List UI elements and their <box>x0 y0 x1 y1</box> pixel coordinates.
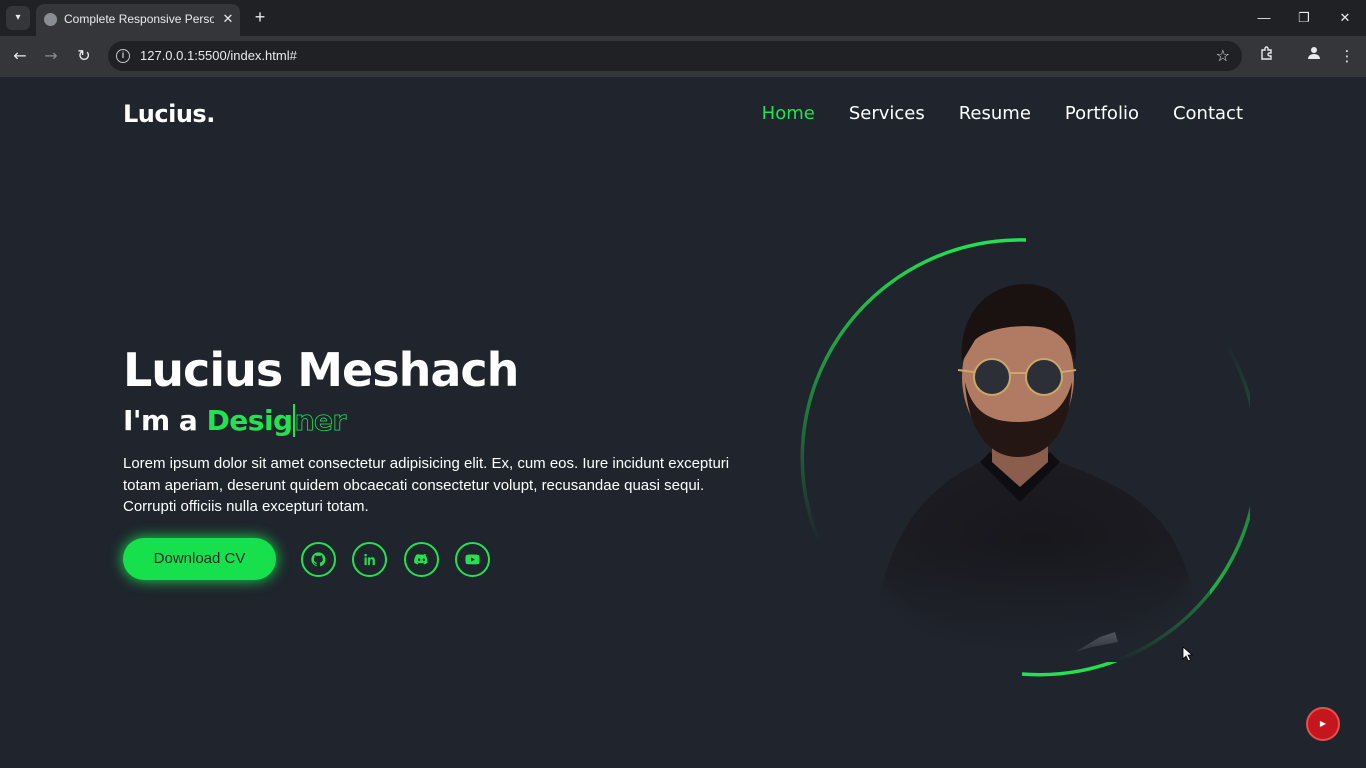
role-prefix: I'm a <box>123 404 207 437</box>
role-typed-text: Desig <box>206 404 294 437</box>
subscribe-badge[interactable]: ▶ <box>1306 707 1340 741</box>
site-logo[interactable]: Lucius. <box>123 100 215 128</box>
nav-home[interactable]: Home <box>762 103 815 124</box>
bookmark-star-icon[interactable]: ☆ <box>1216 46 1230 65</box>
site-info-icon[interactable]: i <box>116 49 130 63</box>
nav-portfolio[interactable]: Portfolio <box>1065 103 1139 124</box>
tab-close-icon[interactable]: ✕ <box>219 10 237 28</box>
forward-icon[interactable]: → <box>39 44 63 68</box>
more-menu-icon[interactable]: ⋮ <box>1335 44 1359 68</box>
browser-tab[interactable]: Complete Responsive Personal Portfolio W… <box>36 4 240 36</box>
back-icon[interactable]: ← <box>8 44 32 68</box>
role-outline-text: ner <box>292 404 347 437</box>
nav-services[interactable]: Services <box>849 103 925 124</box>
tab-list-chevron-icon[interactable]: ▾ <box>6 6 30 30</box>
hero-role: I'm a Designer <box>123 404 347 438</box>
url-text[interactable]: 127.0.0.1:5500/index.html# <box>140 48 297 63</box>
discord-icon[interactable] <box>404 542 439 577</box>
new-tab-button[interactable]: + <box>250 7 270 27</box>
window-close-icon[interactable]: ✕ <box>1333 6 1357 30</box>
download-cv-button[interactable]: Download CV <box>123 538 276 580</box>
hero-description: Lorem ipsum dolor sit amet consectetur a… <box>123 455 730 515</box>
reload-icon[interactable]: ↻ <box>72 44 96 68</box>
youtube-icon[interactable] <box>455 542 490 577</box>
main-nav: Home Services Resume Portfolio Contact <box>762 103 1243 124</box>
extensions-icon[interactable] <box>1255 44 1279 68</box>
tab-title: Complete Responsive Personal Portfolio W… <box>64 12 214 26</box>
browser-toolbar: ← → ↻ i 127.0.0.1:5500/index.html# ☆ ⋮ <box>0 36 1366 77</box>
mouse-cursor-icon <box>1182 646 1194 662</box>
minimize-icon[interactable]: — <box>1252 6 1276 30</box>
portfolio-page: Lucius. Home Services Resume Portfolio C… <box>0 77 1366 768</box>
linkedin-icon[interactable] <box>352 542 387 577</box>
github-icon[interactable] <box>301 542 336 577</box>
profile-photo <box>830 262 1210 662</box>
nav-resume[interactable]: Resume <box>959 103 1031 124</box>
globe-icon <box>44 13 57 26</box>
profile-icon[interactable] <box>1302 44 1326 68</box>
hero-name: Lucius Meshach <box>123 343 519 397</box>
restore-icon[interactable]: ❐ <box>1292 6 1316 30</box>
nav-contact[interactable]: Contact <box>1173 103 1243 124</box>
address-bar[interactable]: i 127.0.0.1:5500/index.html# ☆ <box>108 41 1242 71</box>
browser-tab-bar: ▾ Complete Responsive Personal Portfolio… <box>0 0 1366 36</box>
